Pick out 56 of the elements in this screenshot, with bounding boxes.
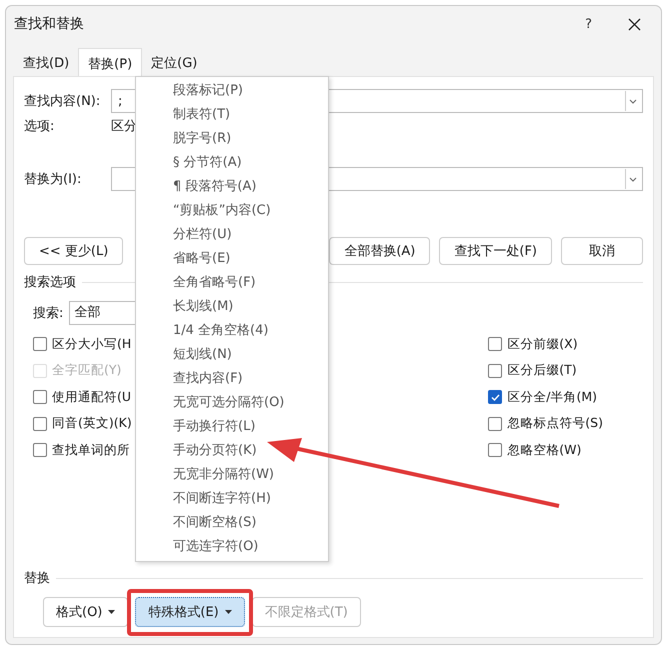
window-title: 查找和替换 [14,15,85,33]
menu-item[interactable]: 分栏符(U) [136,223,328,247]
format-button[interactable]: 格式(O) [43,597,128,627]
menu-item[interactable]: § 分节符(A) [136,151,328,175]
less-button[interactable]: << 更少(L) [24,237,124,265]
menu-item[interactable]: 全角省略号(F) [136,271,328,295]
caret-icon [108,610,116,614]
menu-item[interactable]: 手动换行符(L) [136,415,328,439]
checkbox-label: 忽略标点符号(S) [507,415,603,432]
section-title: 搜索选项 [24,274,76,291]
checkbox[interactable] [488,416,502,431]
menu-item[interactable]: 省略号(E) [136,247,328,271]
menu-item[interactable]: 手动分页符(K) [136,439,328,463]
checkbox[interactable] [33,443,47,458]
checkbox[interactable] [488,364,502,378]
checkbox-label: 区分大小写(H [52,336,132,353]
field-label: 查找内容(N): [24,93,102,110]
field-label: 替换为(I): [24,171,82,188]
menu-item[interactable]: 查找内容(F) [136,367,328,391]
close-icon[interactable] [628,18,641,30]
menu-item[interactable]: ¶ 段落符号(A) [136,175,328,199]
menu-item[interactable]: 脱字号(R) [136,127,328,151]
format-button[interactable]: 特殊格式(E) [135,597,245,627]
checkbox-label: 全字匹配(Y) [52,362,122,380]
field-label: 选项: [24,118,56,135]
menu-item[interactable]: 无宽非分隔符(W) [136,463,328,487]
field-label: 搜索: [33,305,64,322]
dialog-button[interactable]: 查找下一处(F) [439,237,552,265]
menu-item[interactable]: 无宽可选分隔符(O) [136,391,328,415]
checkbox-label: 查找单词的所 [52,442,130,459]
help-button[interactable]: ? [585,16,592,32]
checkbox[interactable] [33,416,47,431]
checkbox[interactable] [488,443,502,458]
options-value: 区分 [111,118,137,135]
checkbox[interactable] [33,337,47,352]
menu-item[interactable]: “剪贴板”内容(C) [136,199,328,223]
checkbox[interactable] [488,337,502,352]
menu-item[interactable]: 不间断空格(S) [136,511,328,535]
dialog-button[interactable]: 全部替换(A) [329,237,430,265]
menu-item[interactable]: 可选连字符(O) [136,535,328,559]
section-title: 替换 [24,570,50,587]
checkbox-label: 忽略空格(W) [507,442,582,459]
dialog-button[interactable]: 取消 [561,237,643,265]
checkbox-label: 区分全/半角(M) [507,388,598,406]
checkbox-label: 区分前缀(X) [507,336,578,353]
menu-item[interactable]: 不间断连字符(H) [136,487,328,511]
tab[interactable]: 查找(D) [14,48,78,76]
checkbox[interactable] [33,390,47,404]
caret-icon [224,610,232,614]
checkbox-label: 区分后缀(T) [507,362,577,380]
tab[interactable]: 定位(G) [142,48,206,76]
checkbox-label: 同音(英文)(K) [52,415,132,432]
checkbox-label: 使用通配符(U [52,388,132,406]
tab[interactable]: 替换(P) [78,48,142,76]
menu-item[interactable]: 短划线(N) [136,343,328,367]
checkbox[interactable] [488,390,502,404]
